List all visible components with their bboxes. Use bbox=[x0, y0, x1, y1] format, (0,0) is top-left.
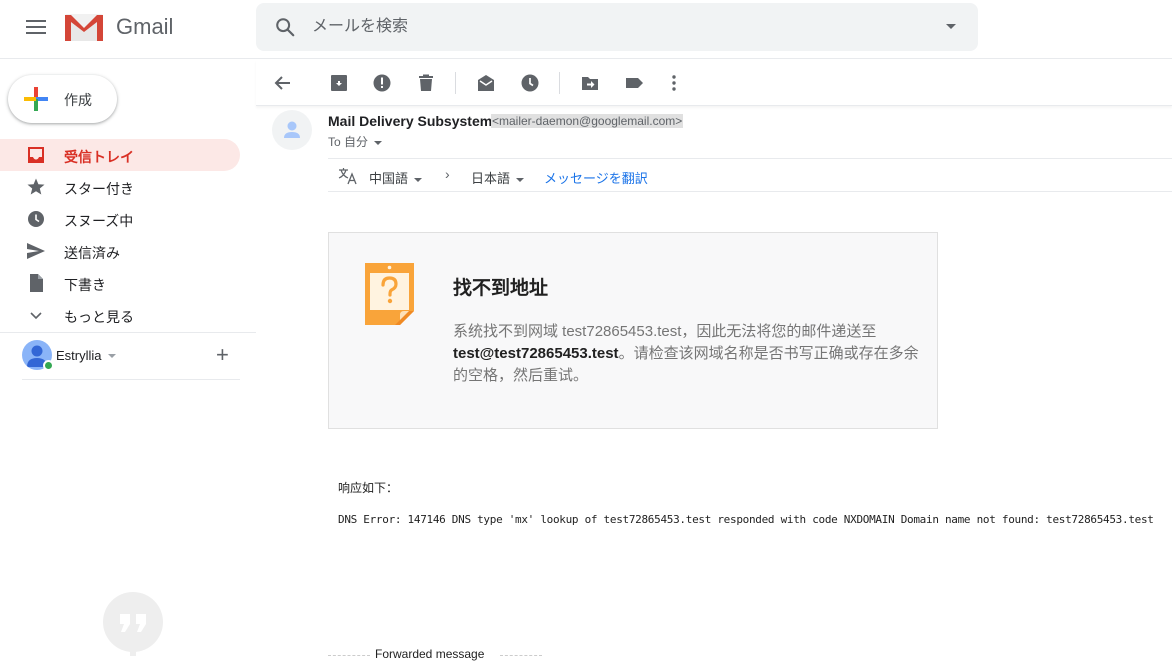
account-name: Estryllia bbox=[56, 348, 102, 363]
arrow-left-icon[interactable] bbox=[272, 72, 294, 94]
dns-error-text: DNS Error: 147146 DNS type 'mx' lookup o… bbox=[338, 513, 1154, 526]
sidebar-item-more[interactable]: もっと見る bbox=[0, 299, 240, 331]
target-language-select[interactable]: 日本語 bbox=[471, 168, 525, 187]
sidebar-item-label: 下書き bbox=[64, 277, 106, 293]
sender-avatar[interactable] bbox=[272, 110, 312, 150]
translate-bar: 中国語 › 日本語 メッセージを翻訳 bbox=[328, 158, 1172, 192]
chevron-right-icon: › bbox=[445, 166, 450, 182]
send-icon bbox=[27, 243, 45, 259]
search-input[interactable] bbox=[312, 15, 912, 39]
account-divider bbox=[22, 379, 240, 380]
clock-icon[interactable] bbox=[519, 72, 541, 94]
folder-move-icon[interactable] bbox=[579, 72, 601, 94]
bounce-title: 找不到地址 bbox=[453, 278, 549, 299]
compose-label: 作成 bbox=[64, 92, 92, 108]
sidebar-item-starred[interactable]: スター付き bbox=[0, 171, 240, 203]
sidebar-item-label: スヌーズ中 bbox=[64, 213, 134, 229]
trash-icon[interactable] bbox=[415, 72, 437, 94]
online-status-icon bbox=[43, 360, 54, 371]
bounce-notice-card: 找不到地址 系统找不到网域 test72865453.test，因此无法将您的邮… bbox=[328, 232, 938, 429]
bounce-body-text: 系统找不到网域 test72865453.test，因此无法将您的邮件递送至 bbox=[453, 323, 877, 340]
source-language-label: 中国語 bbox=[369, 171, 409, 186]
menu-icon bbox=[26, 20, 46, 22]
forwarded-message-label: Forwarded message bbox=[375, 647, 485, 661]
source-language-select[interactable]: 中国語 bbox=[369, 168, 423, 187]
sidebar-item-label: もっと見る bbox=[64, 309, 134, 325]
sidebar-item-sent[interactable]: 送信済み bbox=[0, 235, 240, 267]
translate-icon bbox=[338, 168, 357, 185]
search-bar bbox=[256, 3, 978, 51]
hangouts-quote-icon bbox=[103, 592, 163, 656]
sidebar-divider bbox=[0, 332, 256, 333]
bounce-body: 系统找不到网域 test72865453.test，因此无法将您的邮件递送至 t… bbox=[453, 321, 923, 387]
sidebar-item-snoozed[interactable]: スヌーズ中 bbox=[0, 203, 240, 235]
chevron-down-icon bbox=[516, 177, 525, 182]
sidebar-nav: 受信トレイ スター付き スヌーズ中 送信済み 下書き もっと見る bbox=[0, 139, 256, 331]
gmail-logo-icon[interactable] bbox=[65, 14, 103, 41]
inbox-icon bbox=[28, 147, 44, 163]
chevron-down-icon bbox=[374, 140, 383, 145]
clock-icon bbox=[28, 211, 44, 227]
mail-open-icon[interactable] bbox=[475, 72, 497, 94]
response-label: 响应如下： bbox=[338, 481, 399, 495]
plus-icon bbox=[24, 87, 48, 111]
archive-icon[interactable] bbox=[328, 72, 350, 94]
top-bar: Gmail bbox=[0, 0, 1172, 59]
sidebar-item-label: 送信済み bbox=[64, 245, 120, 261]
add-contact-button[interactable]: + bbox=[216, 342, 229, 368]
target-language-label: 日本語 bbox=[471, 171, 511, 186]
toolbar-separator bbox=[455, 72, 456, 94]
chevron-down-icon bbox=[414, 177, 423, 182]
sidebar-item-drafts[interactable]: 下書き bbox=[0, 267, 240, 299]
message-toolbar bbox=[256, 60, 1172, 106]
label-icon[interactable] bbox=[623, 72, 645, 94]
more-vert-icon[interactable] bbox=[663, 72, 685, 94]
recipient-details-toggle[interactable]: To 自分 bbox=[328, 133, 383, 150]
sidebar-item-label: スター付き bbox=[64, 181, 134, 197]
toolbar-separator bbox=[559, 72, 560, 94]
person-icon bbox=[284, 121, 300, 138]
chevron-down-icon bbox=[30, 312, 42, 320]
search-options-caret-icon[interactable] bbox=[946, 24, 956, 29]
main-menu-button[interactable] bbox=[24, 17, 48, 37]
compose-button[interactable]: 作成 bbox=[8, 75, 117, 123]
sender-name: Mail Delivery Subsystem bbox=[328, 113, 493, 129]
account-caret-icon[interactable] bbox=[108, 354, 116, 358]
star-icon bbox=[27, 178, 45, 195]
sender-email: <mailer-daemon@googlemail.com> bbox=[491, 114, 684, 128]
translate-message-link[interactable]: メッセージを翻訳 bbox=[544, 168, 648, 187]
sidebar-item-label: 受信トレイ bbox=[64, 149, 134, 165]
recipient-address: test@test72865453.test bbox=[453, 345, 619, 362]
search-icon[interactable] bbox=[274, 16, 296, 38]
recipient-label: To 自分 bbox=[328, 135, 369, 149]
hangouts-account[interactable]: Estryllia + bbox=[22, 340, 240, 372]
forwarded-message-divider: Forwarded message bbox=[328, 646, 542, 661]
app-name: Gmail bbox=[116, 14, 174, 39]
report-spam-icon[interactable] bbox=[371, 72, 393, 94]
draft-icon bbox=[30, 274, 43, 292]
sidebar-item-inbox[interactable]: 受信トレイ bbox=[0, 139, 240, 171]
warning-note-icon bbox=[365, 263, 414, 325]
